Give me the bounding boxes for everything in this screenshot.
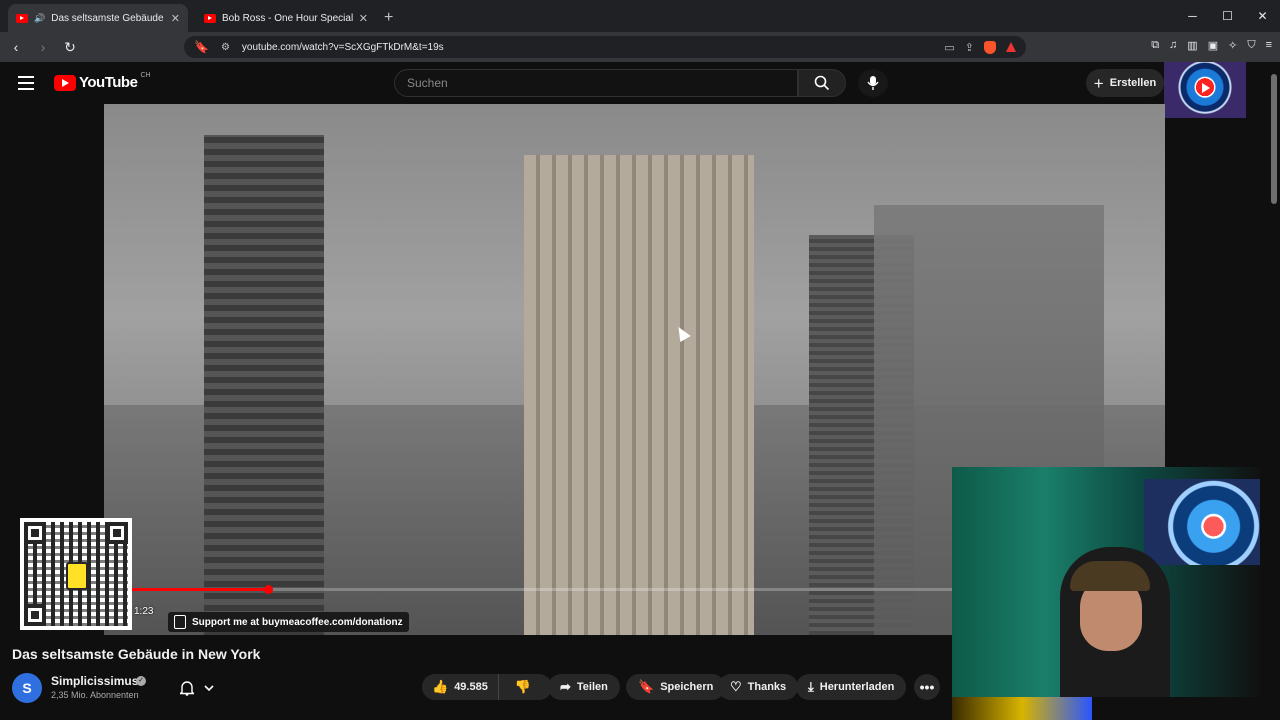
like-button[interactable]: 👍 49.585	[422, 674, 499, 700]
create-label: Erstellen	[1109, 77, 1157, 89]
thumbs-down-icon: 👎	[514, 679, 532, 694]
share-label: Teilen	[576, 681, 608, 693]
search-input[interactable]: Suchen	[394, 69, 798, 97]
mic-icon	[867, 76, 879, 90]
address-toolbar: ‹ › ↻ 🔖 ⚙ youtube.com/watch?v=ScXGgFTkDr…	[0, 32, 1280, 62]
bookmark-page-icon[interactable]: 🔖	[194, 40, 209, 54]
maximize-icon[interactable]: ☐	[1210, 0, 1245, 32]
bookmark-icon: 🔖	[638, 679, 655, 694]
brave-rewards-icon[interactable]	[1006, 42, 1016, 52]
streamer-cap	[1070, 561, 1150, 591]
qr-pattern	[24, 522, 128, 626]
close-window-icon[interactable]: ✕	[1245, 0, 1280, 32]
thanks-button[interactable]: ♡ Thanks	[718, 674, 799, 700]
tab-title: Das seltsamste Gebäude in N	[51, 12, 165, 24]
share-page-icon[interactable]: ⇪	[965, 41, 974, 54]
share-icon: ➦	[560, 679, 571, 694]
tab-close-icon[interactable]: ✕	[359, 12, 368, 25]
youtube-logo[interactable]: YouTube CH	[54, 72, 151, 91]
qr-finder	[24, 604, 46, 626]
search-icon	[814, 75, 830, 91]
save-label: Speichern	[660, 681, 714, 693]
promo-strip	[952, 697, 1092, 720]
account-avatar[interactable]	[1164, 62, 1246, 118]
tab-video[interactable]: 🔊 Das seltsamste Gebäude in N ✕	[8, 4, 188, 32]
subscriber-count: 2,35 Mio. Abonnenten	[51, 690, 139, 700]
qr-finder	[24, 522, 46, 544]
channel-name[interactable]: Simplicissimus	[51, 674, 138, 688]
menu-icon[interactable]	[18, 76, 34, 94]
voice-search-button[interactable]	[858, 69, 888, 97]
music-icon[interactable]: ♫	[1169, 39, 1177, 52]
vpn-icon[interactable]: ⛉	[1247, 39, 1255, 52]
sidebar-icon[interactable]: ▥	[1187, 39, 1197, 52]
save-button[interactable]: 🔖 Speichern	[626, 674, 726, 700]
extensions-area: ⧉ ♫ ▥ ▣ ✧ ⛉ ≡	[1151, 39, 1272, 52]
brave-shields-icon[interactable]	[984, 40, 996, 54]
share-button[interactable]: ➦ Teilen	[548, 674, 620, 700]
like-dislike-group: 👍 49.585 👎	[422, 674, 552, 700]
download-button[interactable]: ⤓ Herunterladen	[796, 674, 907, 700]
qr-finder	[106, 522, 128, 544]
bell-icon	[180, 681, 194, 696]
new-tab-button[interactable]: +	[384, 4, 393, 32]
time-display: 1:23	[134, 606, 154, 617]
background-monitor	[1144, 479, 1260, 565]
video-actions-row: S Simplicissimus ✓ 2,35 Mio. Abonnenten …	[12, 672, 952, 703]
create-button[interactable]: + Erstellen	[1086, 69, 1164, 97]
window-controls: ─ ☐ ✕	[1175, 0, 1280, 32]
like-count: 49.585	[454, 681, 488, 693]
reload-icon[interactable]: ↻	[59, 39, 81, 56]
thumbs-up-icon: 👍	[432, 679, 449, 694]
banner-text: Support me at buymeacoffee.com/donationz	[192, 616, 403, 628]
dislike-button[interactable]: 👎	[505, 679, 541, 695]
omnibox[interactable]: 🔖 ⚙ youtube.com/watch?v=ScXGgFTkDrM&t=19…	[184, 36, 1026, 58]
verified-icon: ✓	[136, 676, 146, 686]
thanks-icon: ♡	[730, 679, 742, 694]
audio-playing-icon[interactable]: 🔊	[34, 13, 45, 24]
tab-close-icon[interactable]: ✕	[171, 12, 180, 25]
extensions-icon[interactable]: ✧	[1228, 39, 1237, 52]
site-info-icon[interactable]: ⚙	[221, 42, 230, 53]
progress-scrubber[interactable]	[264, 585, 273, 594]
youtube-header: YouTube CH Suchen + Erstellen	[0, 62, 1280, 118]
back-icon[interactable]: ‹	[5, 39, 27, 55]
wallet-icon[interactable]: ▣	[1208, 39, 1218, 52]
youtube-favicon-icon	[204, 13, 216, 23]
country-code: CH	[140, 72, 151, 79]
forward-icon[interactable]: ›	[32, 39, 54, 55]
search-button[interactable]	[798, 69, 846, 97]
channel-avatar[interactable]: S	[12, 673, 42, 703]
minimize-icon[interactable]: ─	[1175, 0, 1210, 32]
chevron-down-icon	[204, 685, 214, 692]
video-title: Das seltsamste Gebäude in New York	[12, 646, 261, 662]
youtube-favicon-icon	[16, 13, 28, 23]
plus-icon: +	[1093, 73, 1104, 93]
tower-left	[204, 135, 324, 635]
cast-icon[interactable]: ▭	[944, 41, 954, 54]
browser-menu-icon[interactable]: ≡	[1266, 39, 1272, 52]
more-actions-button[interactable]: •••	[914, 674, 940, 700]
youtube-play-icon	[54, 74, 76, 91]
webcam-overlay	[952, 467, 1260, 697]
tab-bob-ross[interactable]: Bob Ross - One Hour Special - The G ✕	[196, 4, 376, 32]
url-text[interactable]: youtube.com/watch?v=ScXGgFTkDrM&t=19s	[242, 42, 444, 53]
scrollbar-thumb[interactable]	[1271, 74, 1277, 204]
screenshot-icon[interactable]: ⧉	[1151, 39, 1159, 52]
page-scrollbar[interactable]	[1268, 62, 1280, 720]
qr-code	[20, 518, 132, 630]
thanks-label: Thanks	[747, 681, 787, 693]
coffee-icon	[174, 615, 186, 629]
download-label: Herunterladen	[819, 681, 895, 693]
coffee-cup-icon	[66, 562, 88, 590]
tab-title: Bob Ross - One Hour Special - The G	[222, 12, 353, 24]
tower-center	[524, 155, 754, 635]
logo-text: YouTube	[79, 74, 138, 91]
more-icon: •••	[919, 679, 935, 695]
browser-tab-strip: 🔊 Das seltsamste Gebäude in N ✕ Bob Ross…	[0, 0, 1280, 32]
buymeacoffee-banner[interactable]: Support me at buymeacoffee.com/donationz	[168, 612, 409, 632]
notifications-button[interactable]	[174, 676, 224, 700]
download-icon: ⤓	[808, 679, 814, 694]
